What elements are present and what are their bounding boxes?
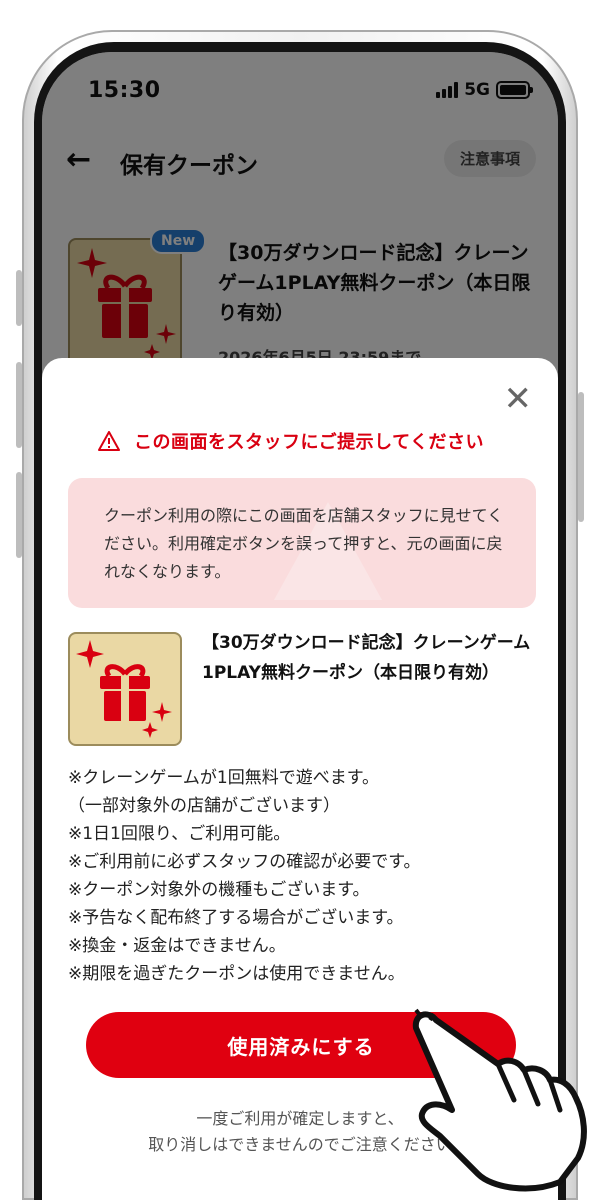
close-icon[interactable]: ✕ [504, 382, 533, 416]
power-button [578, 392, 584, 522]
warning-row: この画面をスタッフにご提示してください [98, 428, 484, 454]
volume-up-button [16, 362, 22, 448]
notice-box: クーポン利用の際にこの画面を店舗スタッフに見せてください。利用確定ボタンを誤って… [68, 478, 536, 608]
terms-line: ※期限を過ぎたクーポンは使用できません。 [68, 964, 405, 984]
notice-text: クーポン利用の際にこの画面を店舗スタッフに見せてください。利用確定ボタンを誤って… [104, 506, 504, 581]
coupon-detail-title: 【30万ダウンロード記念】クレーンゲーム1PLAY無料クーポン（本日限り有効） [202, 633, 531, 683]
terms-line: ※換金・返金はできません。 [68, 936, 286, 956]
gift-icon [68, 632, 182, 746]
terms-line: ※クレーンゲームが1回無料で遊べます。 [68, 768, 379, 788]
warning-icon [98, 431, 120, 451]
terms-line: ※クーポン対象外の機種もございます。 [68, 880, 370, 900]
pointing-hand-icon [412, 1008, 587, 1192]
terms-line: ※1日1回限り、ご利用可能。 [68, 824, 291, 844]
terms-line: （一部対象外の店舗がございます） [68, 796, 340, 816]
mute-switch [16, 270, 22, 326]
terms-line: ※予告なく配布終了する場合がございます。 [68, 908, 404, 928]
terms-line: ※ご利用前に必ずスタッフの確認が必要です。 [68, 852, 421, 872]
volume-down-button [16, 472, 22, 558]
coupon-terms: ※クレーンゲームが1回無料で遊べます。 （一部対象外の店舗がございます） ※1日… [68, 764, 538, 988]
warning-text: この画面をスタッフにご提示してください [134, 432, 485, 453]
